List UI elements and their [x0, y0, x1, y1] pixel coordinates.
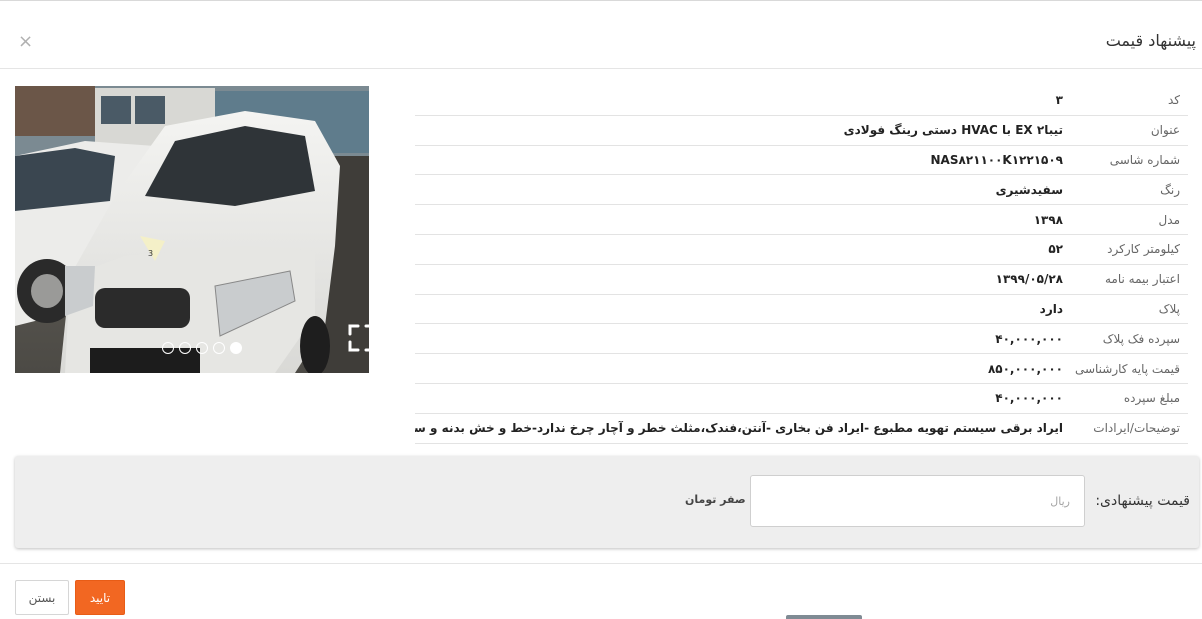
expand-icon[interactable] — [347, 323, 369, 353]
detail-row: قیمت پایه کارشناسی ۸۵۰,۰۰۰,۰۰۰ — [415, 354, 1188, 384]
detail-value: NAS۸۲۱۱۰۰K۱۲۲۱۵۰۹ — [930, 152, 1064, 167]
vehicle-details-table: کد ۳ عنوان تیبا۲ EX با HVAC دستی رینگ فولاد… — [415, 86, 1188, 444]
detail-value: ۳ — [1055, 93, 1063, 108]
detail-value: تیبا۲ EX با HVAC دستی رینگ فولادی — [843, 123, 1063, 138]
detail-label: پلاک — [1158, 301, 1180, 316]
detail-value: ۵۲ — [1048, 242, 1063, 257]
detail-row: رنگ سفیدشیری — [415, 175, 1188, 206]
detail-label: قیمت پایه کارشناسی — [1074, 361, 1180, 376]
carousel-indicators — [162, 342, 242, 354]
carousel-dot[interactable] — [179, 342, 191, 354]
detail-row: کیلومتر کارکرد ۵۲ — [415, 235, 1188, 265]
footer-divider — [0, 563, 1202, 564]
detail-row: عنوان تیبا۲ EX با HVAC دستی رینگ فولادی — [415, 116, 1188, 146]
close-button[interactable]: بستن — [15, 580, 69, 615]
carousel-dot[interactable] — [230, 342, 242, 354]
detail-value: ۱۳۹۹/۰۵/۲۸ — [995, 272, 1063, 287]
scroll-handle[interactable] — [786, 615, 862, 619]
offer-price-input[interactable] — [750, 475, 1085, 527]
detail-label: رنگ — [1160, 182, 1180, 197]
offer-price-label: قیمت پیشنهادی: — [1095, 493, 1190, 509]
detail-label: عنوان — [1150, 123, 1180, 138]
detail-row: کد ۳ — [415, 86, 1188, 116]
modal-header: پیشنهاد قیمت × — [0, 1, 1202, 69]
detail-label: توضیحات/ایرادات — [1093, 421, 1180, 436]
detail-row: مبلغ سپرده ۴۰,۰۰۰,۰۰۰ — [415, 384, 1188, 414]
detail-label: مبلغ سپرده — [1123, 391, 1180, 406]
detail-label: کد — [1167, 93, 1180, 108]
windshield-sticker-number: 3 — [148, 249, 153, 258]
detail-value: ۸۵۰,۰۰۰,۰۰۰ — [987, 361, 1063, 376]
detail-value: دارد — [1039, 301, 1063, 316]
detail-value: ۴۰,۰۰۰,۰۰۰ — [995, 391, 1063, 406]
modal-title: پیشنهاد قیمت — [1105, 31, 1196, 50]
detail-row: اعتبار بیمه نامه ۱۳۹۹/۰۵/۲۸ — [415, 265, 1188, 295]
vehicle-photo-carousel[interactable]: 3 — [15, 86, 369, 373]
carousel-dot[interactable] — [162, 342, 174, 354]
carousel-dot[interactable] — [213, 342, 225, 354]
detail-row: توضیحات/ایرادات ایراد برقی سیستم تهویه مط… — [415, 414, 1188, 444]
offer-amount-in-words: صفر تومان — [685, 493, 746, 506]
detail-row: شماره شاسی NAS۸۲۱۱۰۰K۱۲۲۱۵۰۹ — [415, 146, 1188, 176]
detail-row: سپرده فک پلاک ۴۰,۰۰۰,۰۰۰ — [415, 324, 1188, 355]
price-offer-panel: قیمت پیشنهادی: صفر تومان — [15, 456, 1199, 548]
detail-label: مدل — [1158, 212, 1180, 227]
confirm-button[interactable]: تایید — [75, 580, 125, 615]
close-icon[interactable]: × — [18, 33, 33, 51]
detail-label: شماره شاسی — [1109, 152, 1180, 167]
vehicle-photo: 3 — [15, 86, 369, 373]
detail-value: ۱۳۹۸ — [1033, 212, 1063, 227]
detail-row: مدل ۱۳۹۸ — [415, 205, 1188, 235]
detail-label: اعتبار بیمه نامه — [1104, 272, 1180, 287]
carousel-dot[interactable] — [196, 342, 208, 354]
detail-value: سفیدشیری — [995, 182, 1063, 197]
detail-row: پلاک دارد — [415, 295, 1188, 325]
detail-label: کیلومتر کارکرد — [1107, 242, 1180, 257]
detail-value: ۴۰,۰۰۰,۰۰۰ — [995, 331, 1063, 346]
price-offer-modal: پیشنهاد قیمت × 3 کد ۳ عنوان تیبا۲ EX با … — [0, 0, 1202, 619]
detail-value: ایراد برقی سیستم تهویه مطبوع -ایراد فن ب… — [415, 421, 1063, 436]
detail-label: سپرده فک پلاک — [1102, 331, 1180, 346]
